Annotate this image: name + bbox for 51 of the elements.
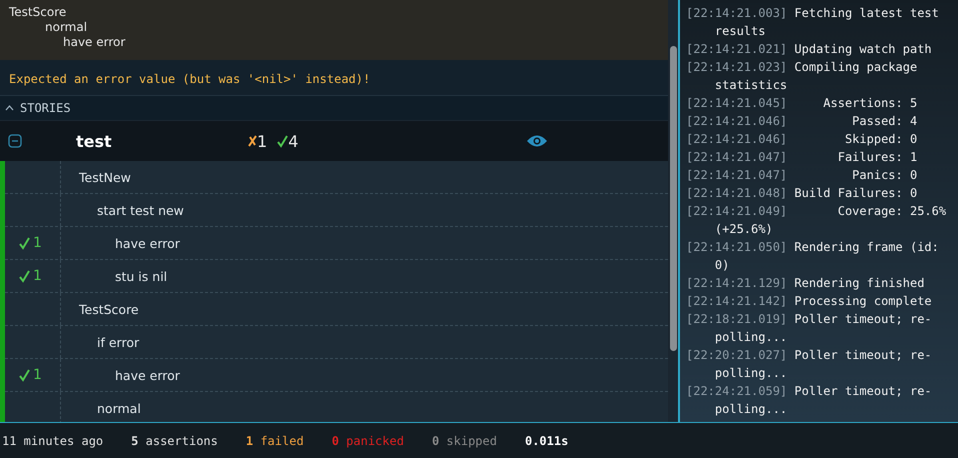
log-entry: [22:14:21.021] Updating watch path [686,41,933,58]
cross-icon [248,135,257,147]
story-label: if error [97,334,140,350]
log-entry: [22:14:21.142] Processing complete [686,293,933,310]
status-item: 5 assertions [131,434,218,448]
scrollbar-thumb[interactable] [670,46,676,351]
stories-label: STORIES [20,101,71,115]
log-entry: [22:14:21.047] Failures: 1 [686,149,918,166]
status-item: 0 skipped [432,434,497,448]
log-entry: [22:18:21.019] Poller timeout; re-polling... [686,311,933,346]
story-label: have error [115,236,180,250]
check-icon [19,270,30,282]
log-entry: [22:14:21.045] Assertions: 5 [686,95,918,112]
log-entry: [22:14:21.023] Compiling package statistics [686,59,918,94]
failure-path-text: have error [62,35,126,50]
eye-icon[interactable] [526,134,548,148]
pass-count: 1 [33,235,42,251]
story-label: TestNew [79,170,131,184]
log-entry: [22:14:21.049] Coverage: 25.6% (+25.6%) [686,203,948,238]
status-item: 11 minutes ago [2,434,104,448]
failure-path-text: normal [44,20,88,35]
collapse-icon[interactable] [8,134,22,148]
pass-count: 1 [33,268,42,284]
log-entry: [22:14:21.003] Fetching latest test results [686,5,940,40]
error-message: Expected an error value (but was '<nil>' instead)! [9,72,370,86]
story-label: normal [97,400,141,416]
pass-count: 1 [33,367,42,383]
story-label: have error [115,368,180,382]
log-entry: [22:14:21.129] Rendering finished [686,275,926,292]
failure-path-text: TestScore [9,5,68,20]
log-entry: [22:14:21.048] Build Failures: 0 [686,185,918,202]
stories-header[interactable]: STORIES [0,95,668,120]
story-label: TestScore [79,302,139,316]
story-label: start test new [97,202,184,218]
status-item: 0.011s [524,434,568,448]
check-icon [277,134,288,148]
log-entry: [22:24:21.059] Poller timeout; re-polling... [686,383,933,418]
log-entry: [22:20:21.027] Poller timeout; re-polling... [686,347,933,382]
story-label: stu is nil [115,268,168,284]
failed-count: 1 [257,132,268,150]
log-entry: [22:14:21.050] Rendering frame (id: 0) [686,239,940,274]
log-entry: [22:14:21.047] Panics: 0 [686,167,918,184]
caret-icon[interactable] [5,105,14,111]
log-entry: [22:14:21.046] Skipped: 0 [686,131,918,148]
check-icon [19,368,30,382]
passed-count: 4 [288,132,298,150]
test-name: test [76,132,113,150]
check-icon [19,236,30,250]
status-item: 1 failed [246,434,304,448]
status-item: 0 panicked [332,434,404,448]
log-entry: [22:14:21.046] Passed: 4 [686,113,918,130]
